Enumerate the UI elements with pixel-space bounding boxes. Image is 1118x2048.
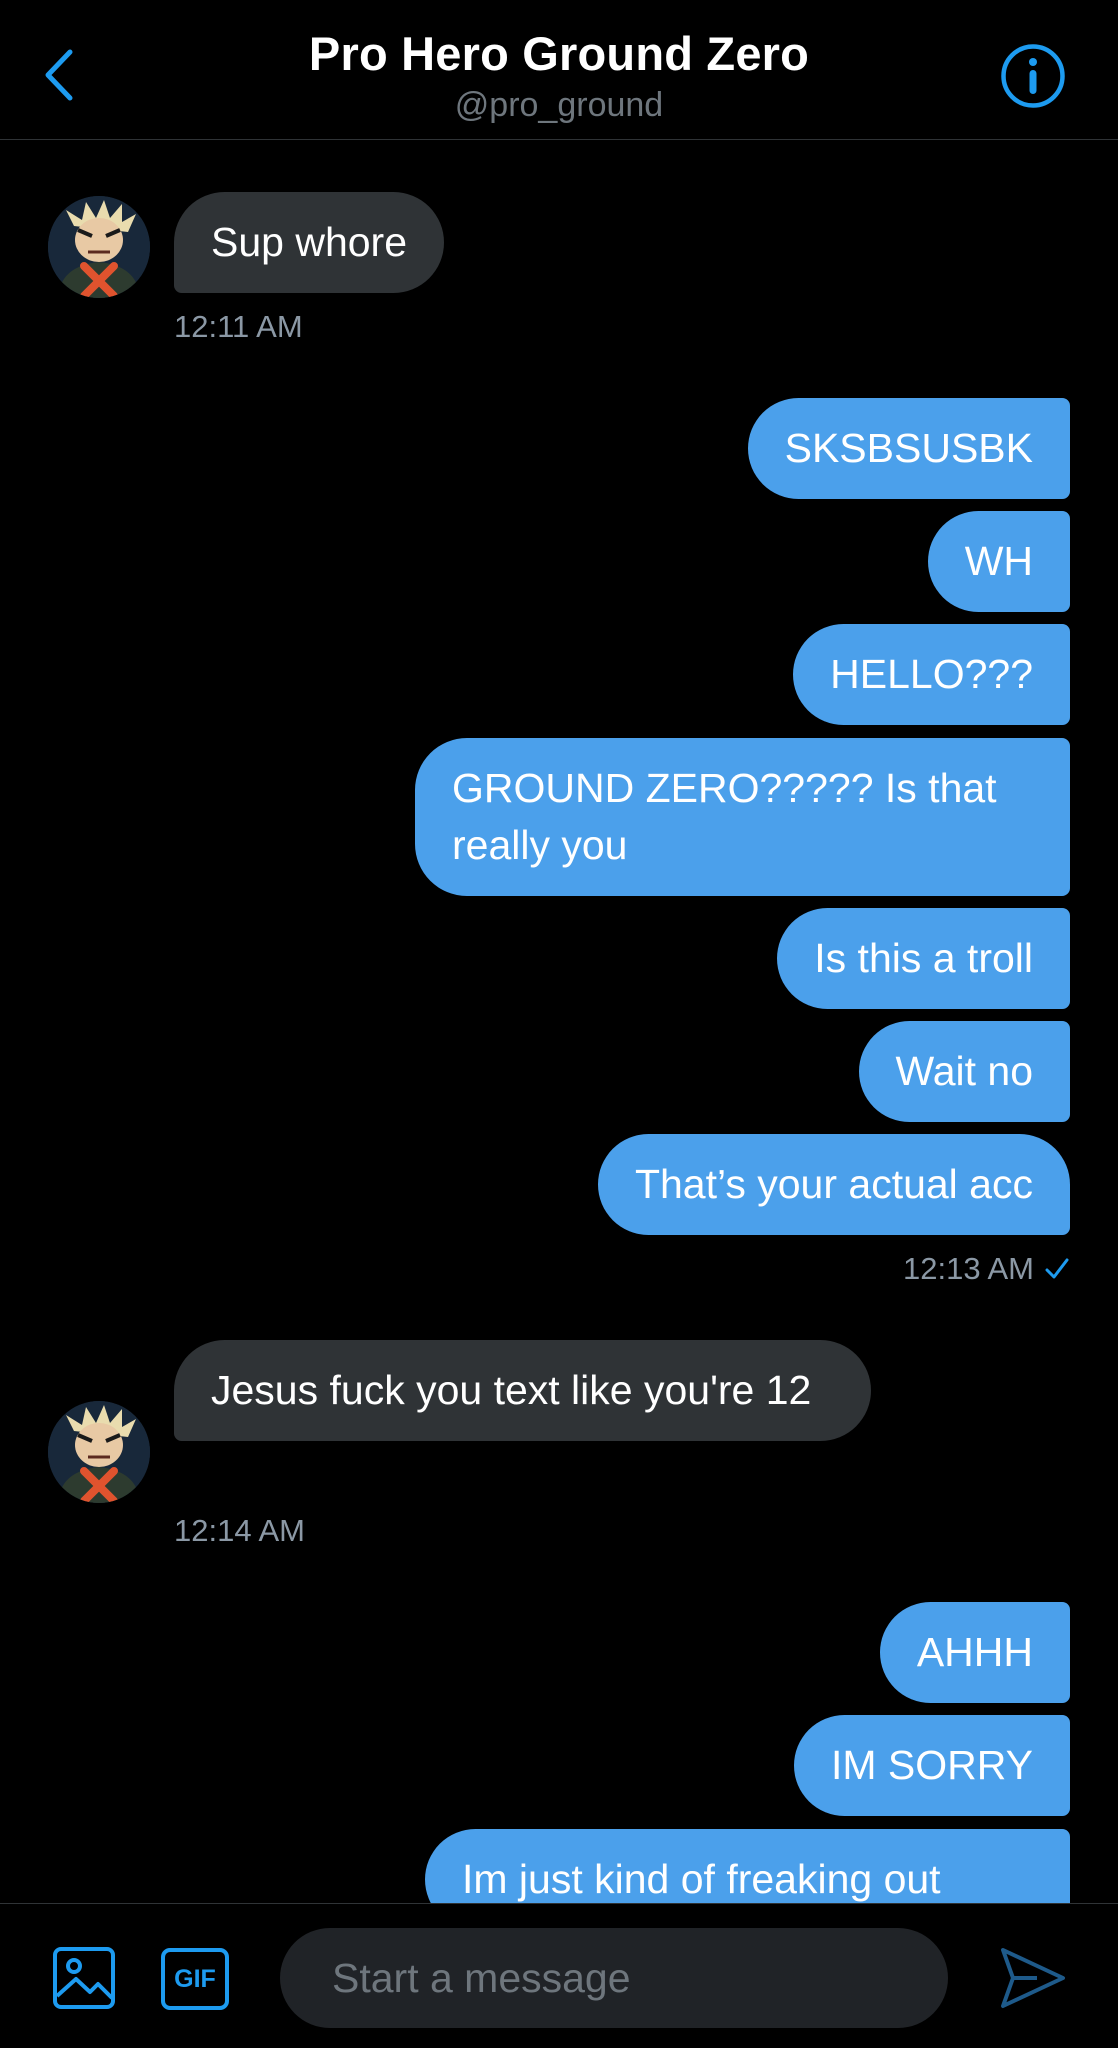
- send-button[interactable]: [997, 1942, 1069, 2014]
- message-timestamp: 12:11 AM: [174, 309, 303, 344]
- conversation-title[interactable]: Pro Hero Ground Zero: [0, 26, 1118, 81]
- avatar-image: [48, 196, 150, 298]
- sent-message[interactable]: Im just kind of freaking out: [425, 1829, 1070, 1903]
- sent-message[interactable]: WH: [927, 511, 1070, 612]
- info-circle-icon: [1001, 44, 1065, 108]
- message-composer: GIF: [0, 1903, 1118, 2048]
- send-icon: [1001, 1948, 1065, 2008]
- sent-message[interactable]: SKSBSUSBK: [747, 398, 1070, 499]
- add-media-button[interactable]: [52, 1946, 116, 2010]
- dm-screen: Pro Hero Ground Zero @pro_ground Sup who…: [0, 0, 1118, 2048]
- avatar[interactable]: [48, 1401, 150, 1503]
- gif-button[interactable]: GIF: [161, 1948, 229, 2010]
- conversation-header: Pro Hero Ground Zero @pro_ground: [0, 0, 1118, 140]
- timestamp-text: 12:13 AM: [903, 1251, 1034, 1286]
- sent-message[interactable]: HELLO???: [793, 624, 1070, 725]
- message-timestamp: 12:14 AM: [174, 1513, 305, 1548]
- sent-message[interactable]: Is this a troll: [777, 908, 1070, 1009]
- received-message[interactable]: Sup whore: [174, 192, 445, 293]
- checkmark-icon: [1045, 1258, 1069, 1279]
- sent-message[interactable]: Wait no: [858, 1021, 1070, 1122]
- sent-message[interactable]: GROUND ZERO????? Is that really you: [415, 738, 1070, 896]
- avatar-image: [48, 1401, 150, 1503]
- avatar[interactable]: [48, 196, 150, 298]
- received-message[interactable]: Jesus fuck you text like you're 12: [174, 1340, 871, 1441]
- info-button[interactable]: [1000, 43, 1066, 109]
- sent-message[interactable]: That’s your actual acc: [597, 1134, 1070, 1235]
- sent-message[interactable]: IM SORRY: [794, 1715, 1070, 1816]
- message-list[interactable]: Sup whore 12:11 AM SKSBSUSBK WH HELLO???…: [0, 141, 1118, 1903]
- image-icon: [53, 1947, 115, 2009]
- message-timestamp: 12:13 AM: [903, 1251, 1070, 1287]
- message-input[interactable]: [280, 1928, 948, 2028]
- conversation-handle[interactable]: @pro_ground: [0, 86, 1118, 125]
- sent-message[interactable]: AHHH: [879, 1602, 1070, 1703]
